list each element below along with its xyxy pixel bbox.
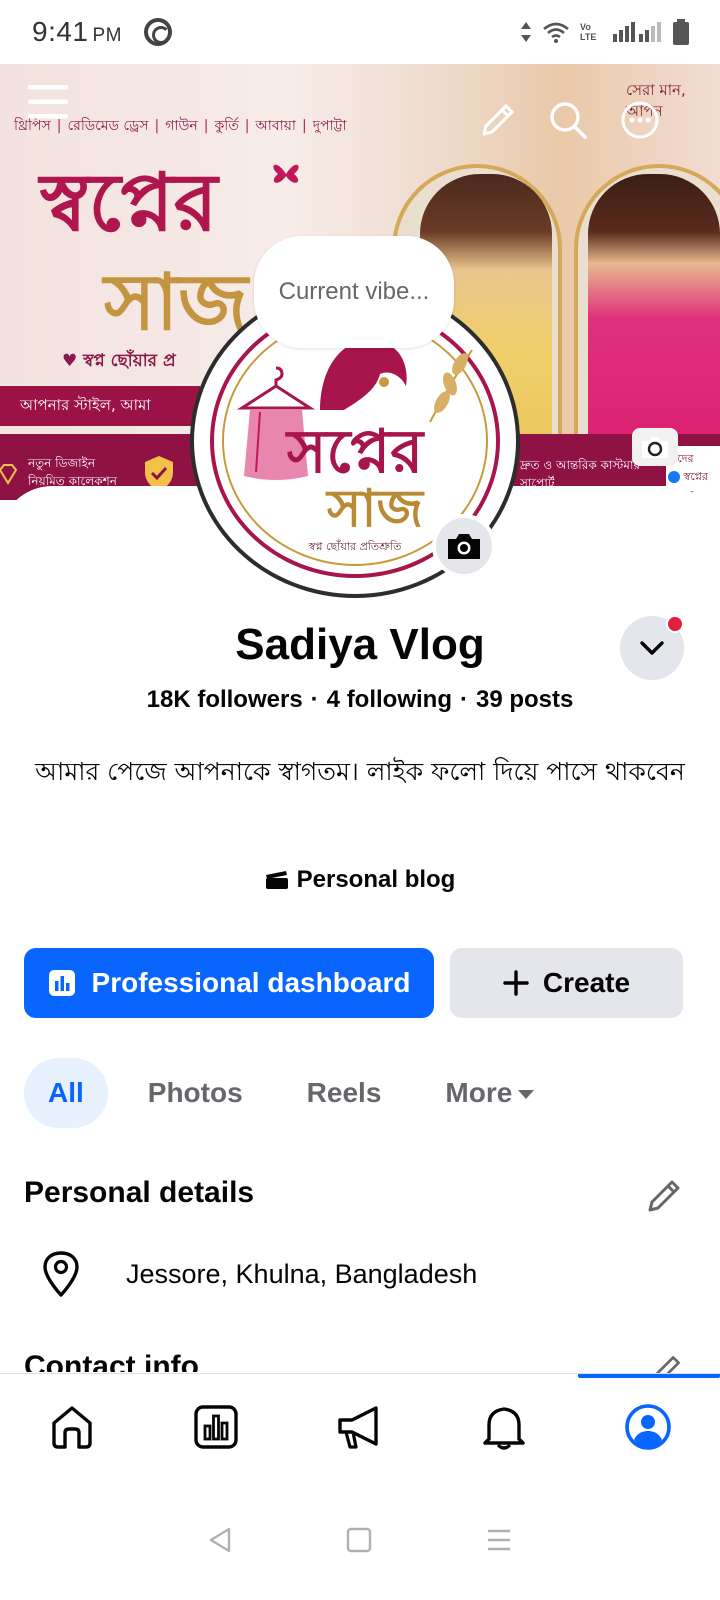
profile-stats: 18K followers · 4 following · 39 posts <box>0 686 720 714</box>
status-ampm: PM <box>92 25 122 46</box>
edit-profile-button[interactable] <box>470 92 526 148</box>
cover-slogan-band: আপনার স্টাইল, আমা <box>0 386 200 426</box>
tab-reels[interactable]: Reels <box>283 1058 406 1128</box>
following-count[interactable]: 4 following <box>327 686 452 713</box>
cover-brand-title: স্বপ্নের <box>40 155 218 249</box>
profile-icon <box>625 1403 671 1450</box>
tab-label: More <box>445 1077 513 1108</box>
recents-icon[interactable] <box>485 1527 513 1553</box>
status-time-value: 9:41 <box>32 16 89 47</box>
contact-info-title: Contact info <box>24 1350 199 1372</box>
nav-dashboard[interactable] <box>144 1374 288 1479</box>
edit-personal-details-button[interactable] <box>644 1176 684 1216</box>
home-square-icon[interactable] <box>346 1527 372 1553</box>
pencil-icon <box>482 104 514 136</box>
cover-side-line: স্বপ্নের <box>668 468 718 486</box>
home-icon <box>52 1405 92 1449</box>
edit-profile-picture-button[interactable] <box>432 514 496 578</box>
nav-home[interactable] <box>0 1374 144 1479</box>
cover-footer-left: নতুন ডিজাইন নিয়মিত কালেকশন <box>28 454 117 490</box>
profile-tabs: All Photos Reels More <box>24 1058 574 1128</box>
tab-more[interactable]: More <box>421 1058 558 1128</box>
dashboard-button-label: Professional dashboard <box>91 967 411 998</box>
tab-label: Reels <box>306 1077 382 1108</box>
menu-button[interactable] <box>20 74 76 130</box>
megaphone-icon <box>338 1405 378 1449</box>
edit-cover-button[interactable] <box>632 428 678 466</box>
cover-strip-item: আবায়া <box>255 118 297 134</box>
bell-icon <box>483 1406 525 1450</box>
back-icon[interactable] <box>207 1526 233 1554</box>
followers-count[interactable]: 18K followers <box>147 686 303 713</box>
create-button[interactable]: Create <box>450 948 683 1018</box>
more-options-button[interactable] <box>612 92 668 148</box>
cover-strip-item: রেডিমেড ড্রেস <box>67 118 149 134</box>
profile-bio: আমার পেজে আপনাকে স্বাগতম। লাইক ফলো দিয়ে… <box>35 757 685 786</box>
posts-count[interactable]: 39 posts <box>476 686 573 713</box>
status-time: 9:41 PM <box>32 16 122 48</box>
system-navigation <box>0 1480 720 1600</box>
search-icon <box>550 102 587 139</box>
nav-ads[interactable] <box>288 1374 432 1479</box>
tab-photos[interactable]: Photos <box>124 1058 267 1128</box>
facebook-icon <box>668 470 680 483</box>
cover-brand-subtitle: সাজ <box>104 257 248 348</box>
create-button-label: Create <box>542 967 631 998</box>
status-right: Vo LTE <box>520 18 690 46</box>
profile-category: Personal blog <box>0 866 720 894</box>
cover-category-strip: থ্রিপিস | রেডিমেড ড্রেস | গাউন | কুর্তি | আব… <box>0 108 520 144</box>
cover-strip-item: গাউন <box>165 118 198 134</box>
dashboard-chart-icon <box>48 970 75 996</box>
current-vibe-note[interactable]: Current vibe... <box>254 236 454 348</box>
nav-notifications[interactable] <box>432 1374 576 1479</box>
cover-strip-item: দুপাট্টা <box>312 118 347 134</box>
plus-icon <box>503 970 529 996</box>
diamond-icon <box>0 464 18 485</box>
notification-dot <box>666 615 684 633</box>
dashboard-icon <box>194 1404 238 1449</box>
more-horizontal-icon <box>621 101 659 139</box>
butterfly-icon <box>273 164 299 183</box>
data-arrows-icon <box>521 22 531 42</box>
location-pin-icon <box>43 1251 79 1297</box>
search-button[interactable] <box>540 92 596 148</box>
edit-contact-info-button[interactable] <box>648 1352 684 1374</box>
signal-icon <box>613 22 661 42</box>
cover-footer-line: নতুন ডিজাইন <box>28 456 96 470</box>
cover-strip-item: কুর্তি <box>214 118 239 134</box>
nav-profile[interactable] <box>576 1374 720 1479</box>
pencil-icon <box>654 1356 680 1374</box>
tab-all[interactable]: All <box>24 1058 108 1128</box>
camera-icon <box>642 437 668 458</box>
bottom-navigation <box>0 1373 720 1479</box>
chevron-down-icon <box>640 641 664 655</box>
cover-side-fb: স্বপ্নের <box>683 469 708 483</box>
status-bar: 9:41 PM Vo LTE <box>0 0 720 64</box>
camera-icon <box>448 534 480 559</box>
location-row: Jessore, Khulna, Bangladesh <box>40 1250 477 1298</box>
app-notification-icon <box>144 18 172 46</box>
tab-label: All <box>48 1077 84 1108</box>
category-label: Personal blog <box>296 866 456 893</box>
cover-tagline: ♥ স্বপ্ন ছোঁয়ার প্র <box>62 351 176 371</box>
hamburger-icon <box>28 85 68 119</box>
stats-separator: · <box>310 686 319 713</box>
tab-label: Photos <box>147 1077 243 1108</box>
wifi-icon <box>543 22 569 43</box>
professional-dashboard-button[interactable]: Professional dashboard <box>24 948 434 1018</box>
profile-name: Sadiya Vlog <box>235 620 485 669</box>
pencil-icon <box>648 1180 680 1212</box>
stats-separator: · <box>460 686 468 713</box>
battery-icon <box>673 19 689 45</box>
clapperboard-icon <box>265 871 288 889</box>
location-text: Jessore, Khulna, Bangladesh <box>126 1258 478 1289</box>
caret-down-icon <box>518 1089 535 1099</box>
personal-details-title: Personal details <box>24 1176 255 1209</box>
volte-label: Vo LTE <box>580 22 597 42</box>
